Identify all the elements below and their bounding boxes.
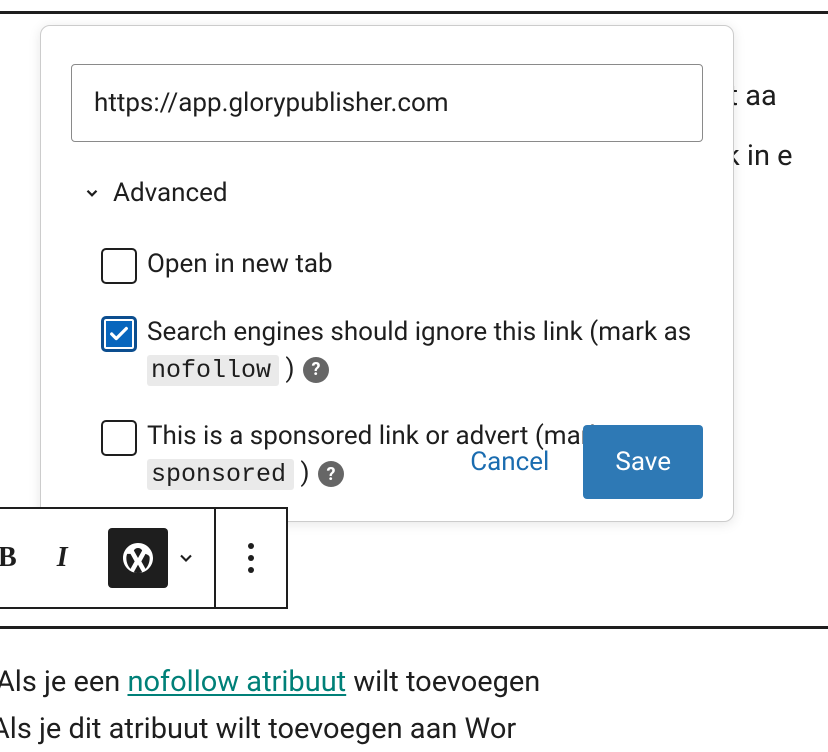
url-input[interactable] <box>71 64 703 142</box>
link-settings-popover: Advanced Open in new tab Search engines … <box>40 25 734 522</box>
bg-text-fragment: s? Als je een <box>0 665 127 699</box>
checkbox-sponsored[interactable] <box>101 420 137 456</box>
bold-button[interactable]: B <box>0 509 35 607</box>
option-open-new-tab: Open in new tab <box>101 246 703 284</box>
code-sponsored: sponsored <box>147 459 294 490</box>
help-icon[interactable]: ? <box>303 357 329 383</box>
advanced-toggle[interactable]: Advanced <box>41 142 733 208</box>
background-text-line4: n. Als je dit atribuut wilt toevoegen aa… <box>0 706 516 752</box>
advanced-label: Advanced <box>113 178 228 208</box>
chevron-down-icon <box>176 548 196 568</box>
save-button[interactable]: Save <box>583 425 703 499</box>
chevron-down-icon <box>83 184 101 202</box>
dropdown-button[interactable] <box>164 509 214 607</box>
italic-button[interactable]: I <box>35 509 90 607</box>
url-input-wrap <box>41 26 733 142</box>
option-nofollow: Search engines should ignore this link (… <box>101 314 703 388</box>
background-rule-top <box>0 11 828 14</box>
format-toolbar: B I <box>0 507 288 609</box>
yoast-cell <box>90 509 164 607</box>
label-text: ) <box>279 354 301 384</box>
bg-text-fragment: wilt toevoegen <box>346 665 540 699</box>
more-icon <box>248 543 254 573</box>
code-nofollow: nofollow <box>147 355 279 386</box>
label-text: ) <box>294 458 316 488</box>
checkbox-new-tab[interactable] <box>101 248 137 284</box>
popover-actions: Cancel Save <box>456 425 703 499</box>
bg-text-fragment: k in e <box>725 139 793 173</box>
label-text: Search engines should ignore this link (… <box>147 317 691 347</box>
yoast-icon <box>118 538 158 578</box>
more-button[interactable] <box>216 509 286 607</box>
background-rule <box>0 626 828 629</box>
yoast-button[interactable] <box>108 528 168 588</box>
check-icon <box>108 323 130 345</box>
option-label-nofollow: Search engines should ignore this link (… <box>147 314 703 388</box>
nofollow-link[interactable]: nofollow atribuut <box>127 665 346 699</box>
background-text-line3: s? Als je een nofollow atribuut wilt toe… <box>0 659 540 705</box>
checkbox-nofollow[interactable] <box>101 316 137 352</box>
cancel-button[interactable]: Cancel <box>456 429 563 495</box>
help-icon[interactable]: ? <box>318 461 344 487</box>
option-label-new-tab: Open in new tab <box>147 246 333 283</box>
